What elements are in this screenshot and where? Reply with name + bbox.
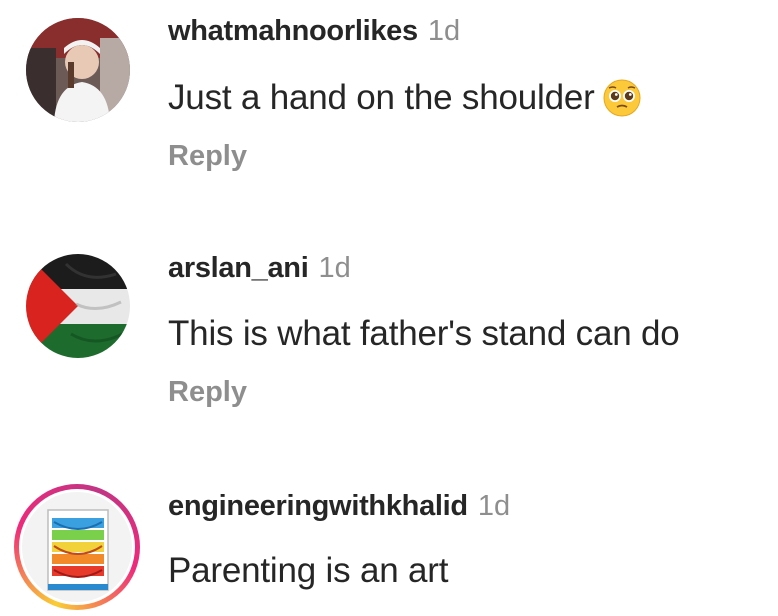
timestamp: 1d [427,15,461,47]
username[interactable]: engineeringwithkhalid [168,490,468,522]
reply-button[interactable]: Reply [168,140,247,173]
comment-meta: arslan_ani 1d [168,252,351,285]
username[interactable]: whatmahnoorlikes [168,15,418,47]
avatar[interactable] [26,18,130,122]
story-ring[interactable] [14,484,140,610]
pleading-face-emoji-icon [603,79,641,126]
timestamp: 1d [477,490,511,522]
username[interactable]: arslan_ani [168,252,309,284]
comment-meta: whatmahnoorlikes 1d [168,15,460,48]
timestamp: 1d [318,252,351,284]
comment-text: Parenting is an art [168,551,449,590]
comment-text-content: Just a hand on the shoulder [168,78,595,117]
comment-text: This is what father's stand can do [168,314,680,353]
avatar[interactable] [26,254,130,358]
comment-meta: engineeringwithkhalid 1d [168,490,510,523]
reply-button[interactable]: Reply [168,376,247,409]
avatar[interactable] [22,492,132,602]
comment-text: Just a hand on the shoulder [168,78,641,126]
